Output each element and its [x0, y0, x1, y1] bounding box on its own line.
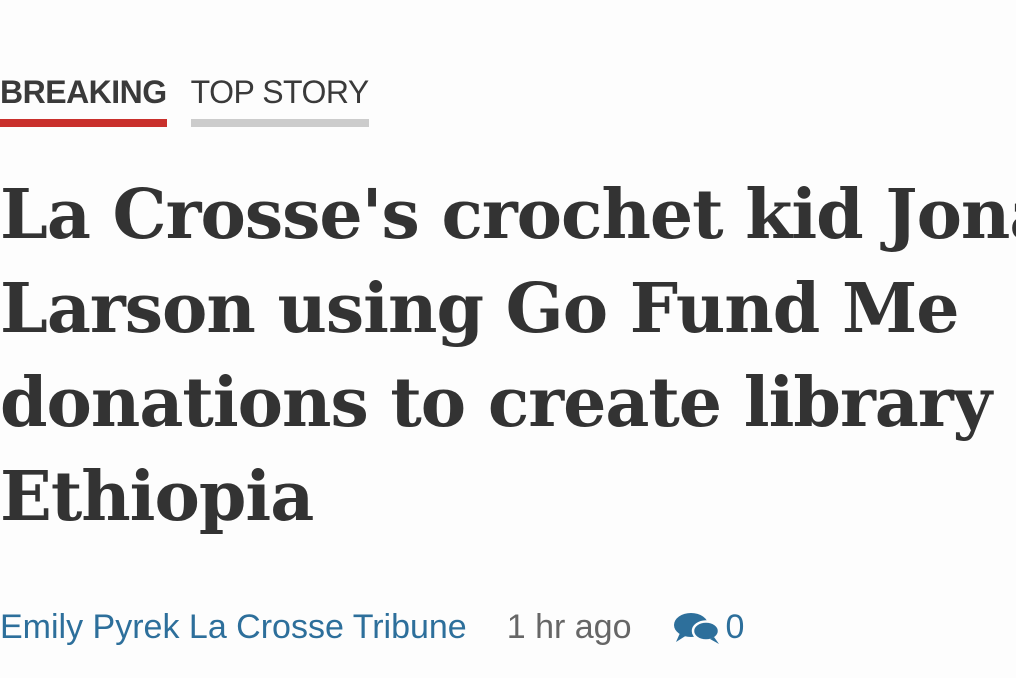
headline-line: La Crosse's crochet kid Jonah — [0, 175, 1016, 255]
tag-breaking[interactable]: BREAKING — [0, 74, 167, 127]
headline-line: Ethiopia — [0, 457, 314, 537]
author-link[interactable]: Emily Pyrek La Crosse Tribune — [0, 608, 467, 647]
comment-bubbles-icon — [673, 612, 720, 644]
byline: Emily Pyrek La Crosse Tribune 1 hr ago 0 — [0, 608, 744, 647]
headline-line: Larson using Go Fund Me — [0, 269, 959, 349]
tag-top-story[interactable]: TOP STORY — [190, 74, 369, 127]
category-tags: BREAKING TOP STORY — [0, 74, 369, 127]
headline-line: donations to create library in — [0, 363, 1016, 443]
headline: La Crosse's crochet kid Jonah Larson usi… — [0, 168, 1016, 544]
comments-link[interactable]: 0 — [672, 608, 745, 647]
comment-count: 0 — [725, 608, 745, 646]
timestamp: 1 hr ago — [506, 608, 632, 646]
article-header: BREAKING TOP STORY La Crosse's crochet k… — [0, 0, 1016, 678]
